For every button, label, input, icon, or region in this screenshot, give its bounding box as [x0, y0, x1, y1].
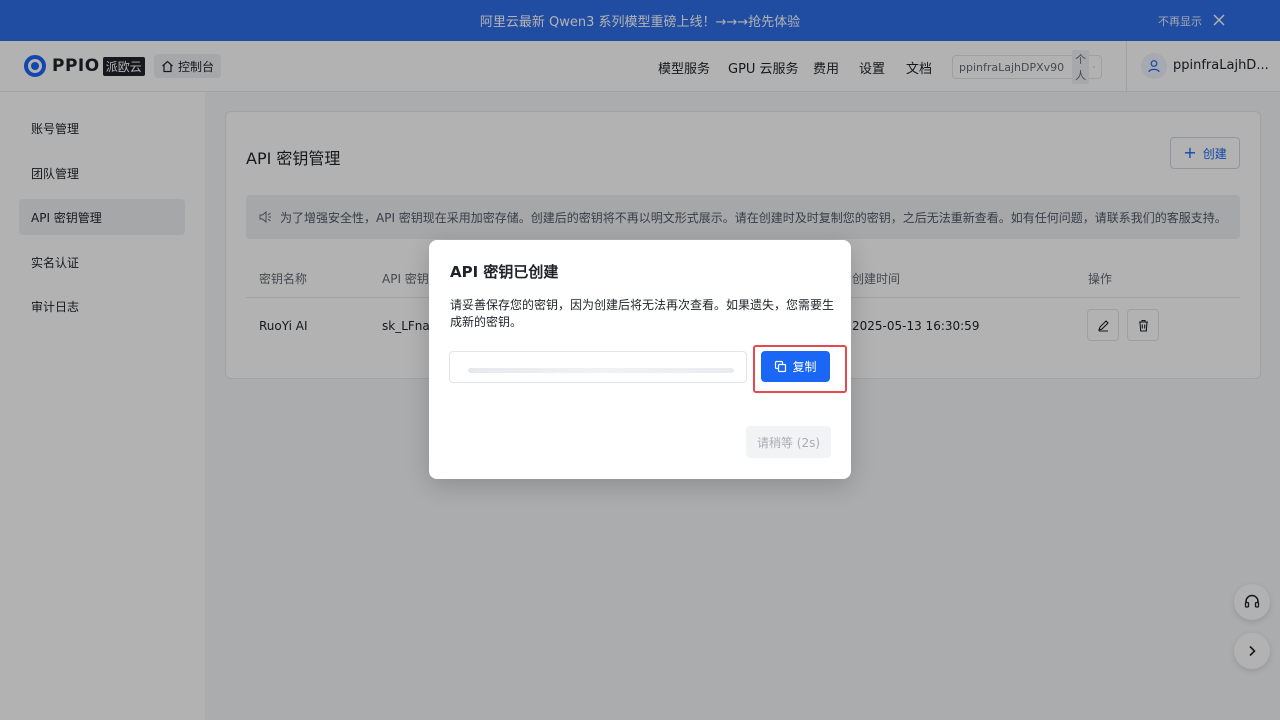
masked-key-value — [468, 368, 734, 373]
dialog-title: API 密钥已创建 — [450, 263, 559, 281]
wait-button[interactable]: 请稍等 (2s) — [746, 426, 831, 458]
copy-label: 复制 — [792, 360, 817, 374]
copy-icon — [775, 360, 787, 373]
key-created-dialog: API 密钥已创建 请妥善保存您的密钥，因为创建后将无法再次查看。如果遗失，您需… — [429, 240, 851, 479]
dialog-description: 请妥善保存您的密钥，因为创建后将无法再次查看。如果遗失，您需要生成新的密钥。 — [450, 298, 835, 329]
api-key-field[interactable] — [449, 351, 747, 383]
copy-button[interactable]: 复制 — [761, 351, 830, 382]
